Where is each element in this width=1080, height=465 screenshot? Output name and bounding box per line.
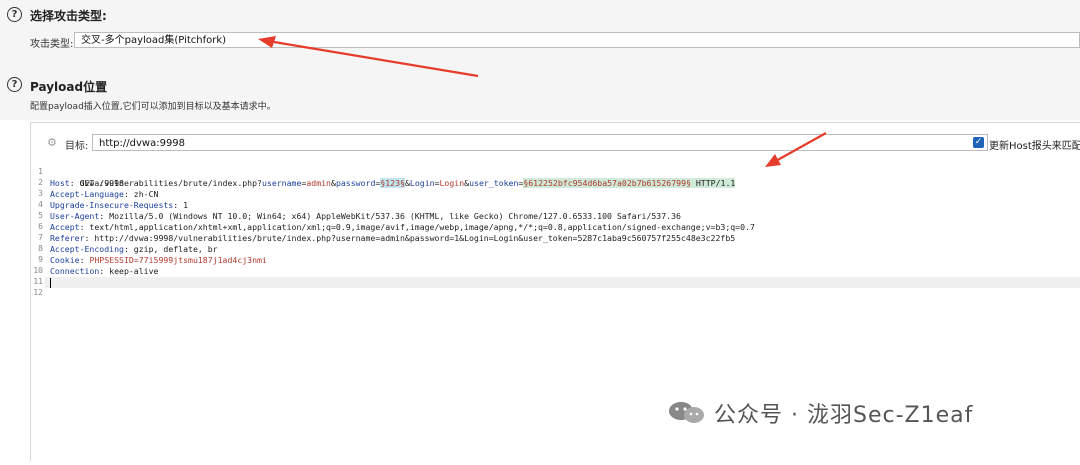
annotation-arrow-line: [773, 132, 827, 163]
watermark-text: 公众号 · 泷羽Sec-Z1eaf: [714, 403, 974, 428]
annotation-arrows: [258, 36, 827, 167]
wechat-logo-icon: [669, 402, 704, 423]
annotation-arrow-head: [258, 36, 276, 48]
annotation-arrow-line: [267, 39, 479, 78]
